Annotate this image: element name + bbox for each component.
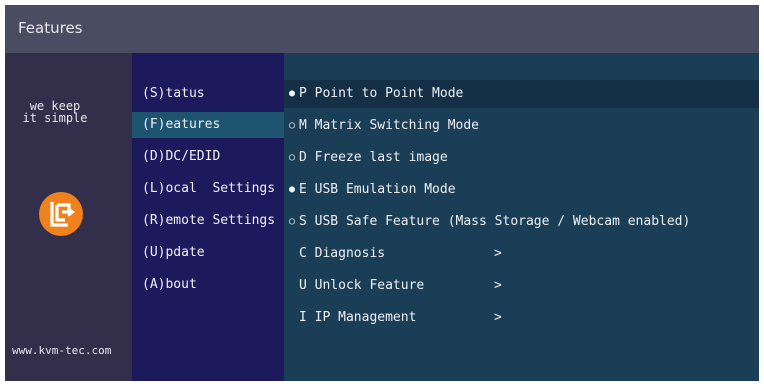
feature-label: E USB Emulation Mode [299,182,456,197]
feature-row[interactable]: ○ S USB Safe Feature (Mass Storage / Webc… [284,208,759,236]
feature-label: I IP Management [299,310,417,325]
feature-row[interactable]: ○ M Matrix Switching Mode [284,112,759,140]
feature-row[interactable]: U Unlock Feature > [284,272,759,300]
feature-label: D Freeze last image [299,150,448,165]
window-title: Features [18,19,83,37]
feature-label: P Point to Point Mode [299,86,464,101]
menu-item-features[interactable]: (F)eatures [132,112,284,138]
disabled-indicator-icon: ○ [288,152,296,163]
feature-label: C Diagnosis [299,246,386,261]
app-window: Features we keep it simple www.kvm-tec.c… [5,5,759,381]
disabled-indicator-icon: ○ [288,216,296,227]
website-url: www.kvm-tec.com [12,344,112,357]
feature-row[interactable]: ● P Point to Point Mode [284,80,759,108]
chevron-right-icon: > [494,310,502,325]
features-panel: ● P Point to Point Mode ○ M Matrix Switchin… [284,53,759,381]
menu-item-ddcedid[interactable]: (D)DC/EDID [132,144,284,170]
feature-label: M Matrix Switching Mode [299,118,480,133]
feature-row[interactable]: ○ D Freeze last image [284,144,759,172]
feature-label: U Unlock Feature [299,278,425,293]
feature-row[interactable]: ● E USB Emulation Mode [284,176,759,204]
title-bar: Features [5,5,759,53]
menu-item-localsettings[interactable]: (L)ocal Settings [132,176,284,202]
feature-row[interactable]: I IP Management > [284,304,759,332]
tagline: we keep it simple [5,100,105,124]
enabled-indicator-icon: ● [288,88,296,99]
chevron-right-icon: > [494,278,502,293]
chevron-right-icon: > [494,246,502,261]
main-menu: (S)tatus (F)eatures (D)DC/EDID (L)ocal Sett… [132,53,284,381]
menu-item-about[interactable]: (A)bout [132,272,284,298]
kvm-tec-logo-icon [39,192,83,236]
feature-row[interactable]: C Diagnosis > [284,240,759,268]
disabled-indicator-icon: ○ [288,120,296,131]
tagline-line-2: it simple [22,111,88,125]
menu-item-remotesettings[interactable]: (R)emote Settings [132,208,284,234]
enabled-indicator-icon: ● [288,184,296,195]
menu-item-status[interactable]: (S)tatus [132,81,284,107]
feature-label: S USB Safe Feature (Mass Storage / Webca… [299,214,691,229]
menu-item-update[interactable]: (U)pdate [132,240,284,266]
brand-panel: we keep it simple www.kvm-tec.com [5,53,132,381]
